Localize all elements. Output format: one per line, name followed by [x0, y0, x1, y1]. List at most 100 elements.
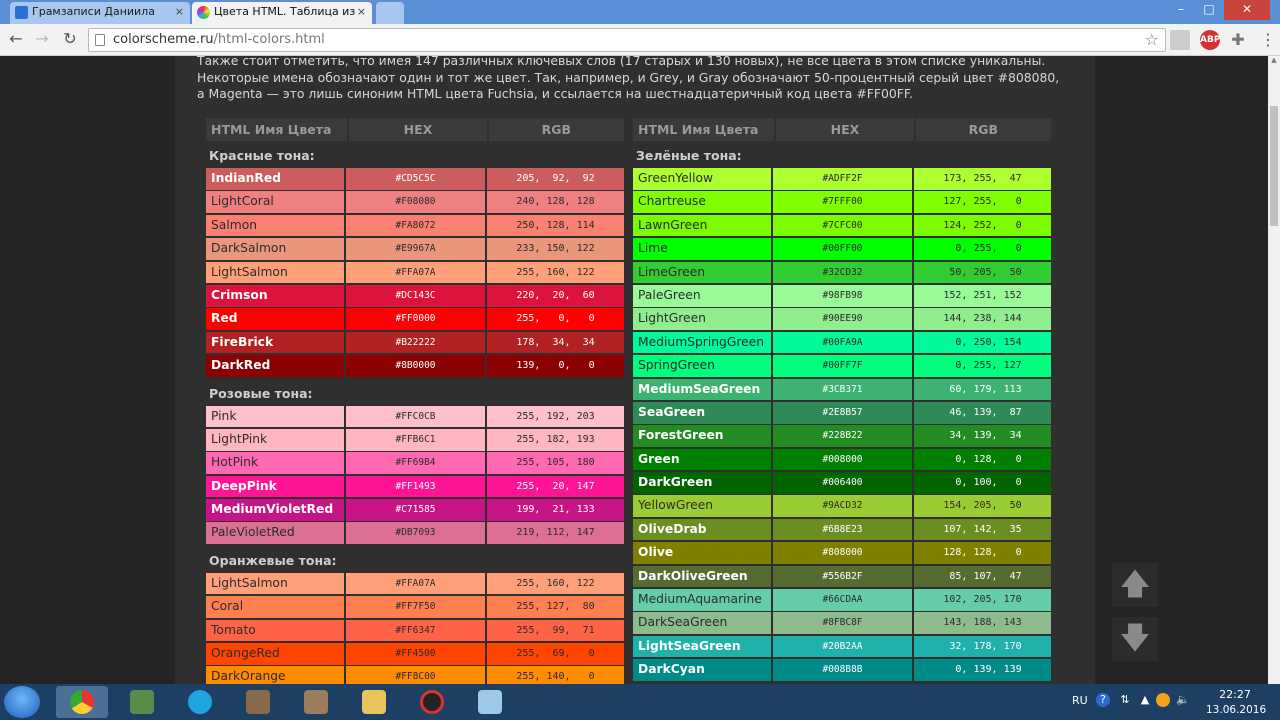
tab-title: Грамзаписи Даниила — [32, 5, 155, 18]
group-title: Красные тона: — [209, 148, 315, 163]
help-icon[interactable]: ? — [1096, 693, 1110, 707]
color-rgb-cell: 46, 139, 87 — [914, 401, 1051, 424]
puzzle-extension-icon[interactable]: ✚ — [1228, 30, 1248, 50]
taskbar-editor-icon[interactable] — [464, 686, 516, 718]
page-viewport: Также стоит отметить, что имея 147 разли… — [0, 56, 1268, 684]
new-tab-button[interactable] — [376, 2, 404, 24]
color-rgb-cell: 32, 178, 170 — [914, 635, 1051, 658]
color-rgb-cell: 102, 205, 170 — [914, 589, 1051, 611]
color-name-cell: LightCoral — [206, 191, 344, 213]
tab-gramzapisi[interactable]: Грамзаписи Даниила × — [10, 2, 190, 24]
chrome-icon — [70, 690, 94, 714]
color-row: FireBrick #B22222 178, 34, 34 — [206, 331, 626, 354]
tray-expand-icon[interactable]: ▲ — [1138, 693, 1152, 709]
address-bar[interactable]: colorscheme.ru/html-colors.html ☆ — [88, 28, 1166, 52]
url-text[interactable]: colorscheme.ru/html-colors.html — [113, 32, 325, 47]
minimize-button[interactable]: – — [1168, 0, 1194, 20]
taskbar-folder-icon[interactable] — [348, 686, 400, 718]
scroll-down-button[interactable]: 🡇 — [1112, 617, 1158, 661]
color-hex-cell: #3CB371 — [773, 378, 912, 401]
color-hex-cell: #FF4500 — [346, 643, 485, 665]
forward-button[interactable]: → — [32, 29, 52, 49]
color-rgb-cell: 255, 99, 71 — [487, 619, 624, 642]
color-rgb-cell: 60, 179, 113 — [914, 378, 1051, 401]
color-row: LightSeaGreen #20B2AA 32, 178, 170 — [633, 635, 1053, 658]
adblock-plus-icon[interactable]: ABP — [1200, 30, 1220, 50]
tray-app-icon[interactable] — [1156, 693, 1170, 707]
color-rgb-cell: 139, 0, 0 — [487, 355, 624, 377]
color-row: DarkOliveGreen #556B2F 85, 107, 47 — [633, 565, 1053, 588]
taskbar-photo-icon[interactable] — [232, 686, 284, 718]
color-rgb-cell: 152, 251, 152 — [914, 284, 1051, 307]
close-window-button[interactable]: ✕ — [1224, 0, 1270, 20]
group-title: Розовые тона: — [209, 385, 313, 401]
color-hex-cell: #90EE90 — [773, 308, 912, 330]
color-row: Green #008000 0, 128, 0 — [633, 448, 1053, 471]
color-name-cell: FireBrick — [206, 331, 344, 354]
language-indicator[interactable]: RU — [1072, 694, 1088, 707]
color-hex-cell: #F08080 — [346, 191, 485, 213]
bookmark-star-icon[interactable]: ☆ — [1145, 30, 1159, 49]
color-rgb-cell: 128, 128, 0 — [914, 542, 1051, 564]
color-name-cell: Salmon — [206, 214, 344, 237]
tab-favicon — [197, 6, 210, 19]
scrollbar-thumb[interactable] — [1270, 106, 1278, 226]
tab-close-button[interactable]: × — [175, 2, 184, 22]
taskbar-monitor-icon[interactable] — [116, 686, 168, 718]
color-row: LawnGreen #7CFC00 124, 252, 0 — [633, 214, 1053, 237]
color-hex-cell: #DB7093 — [346, 522, 485, 545]
extension-icon[interactable] — [1170, 30, 1190, 50]
color-row: MediumSpringGreen #00FA9A 0, 250, 154 — [633, 331, 1053, 354]
taskbar-skype-icon[interactable] — [174, 686, 226, 718]
color-rgb-cell: 107, 142, 35 — [914, 518, 1051, 541]
clock-date[interactable]: 13.06.2016 — [1206, 704, 1266, 716]
color-rgb-cell: 124, 252, 0 — [914, 214, 1051, 237]
header-rgb: RGB — [488, 118, 624, 141]
color-rgb-cell: 0, 128, 0 — [914, 448, 1051, 471]
volume-icon[interactable]: 🔈 — [1176, 693, 1190, 709]
color-hex-cell: #7CFC00 — [773, 214, 912, 237]
color-name-cell: MediumAquamarine — [633, 589, 771, 611]
network-icon[interactable]: ⇅ — [1118, 693, 1132, 709]
color-rgb-cell: 85, 107, 47 — [914, 565, 1051, 588]
color-rgb-cell: 143, 188, 143 — [914, 612, 1051, 635]
taskbar-chrome-icon[interactable] — [56, 686, 108, 718]
color-hex-cell: #9ACD32 — [773, 495, 912, 518]
color-rgb-cell: 255, 160, 122 — [487, 572, 624, 595]
color-hex-cell: #B22222 — [346, 331, 485, 354]
maximize-button[interactable]: □ — [1196, 0, 1222, 20]
color-hex-cell: #7FFF00 — [773, 191, 912, 213]
color-hex-cell: #00FA9A — [773, 331, 912, 354]
start-button[interactable] — [4, 686, 40, 718]
color-rgb-cell: 127, 255, 0 — [914, 191, 1051, 213]
color-name-cell: SpringGreen — [633, 355, 771, 377]
color-rgb-cell: 178, 34, 34 — [487, 331, 624, 354]
color-table-left: HTML Имя Цвета HEX RGB Красные тона: Indi… — [206, 118, 626, 684]
color-name-cell: LightGreen — [633, 308, 771, 330]
chrome-menu-icon[interactable]: ⋮ — [1258, 30, 1278, 50]
taskbar-record-icon[interactable] — [406, 686, 458, 718]
color-name-cell: DarkSalmon — [206, 238, 344, 260]
color-hex-cell: #8B0000 — [346, 355, 485, 377]
color-row: ForestGreen #228B22 34, 139, 34 — [633, 425, 1053, 447]
header-name: HTML Имя Цвета — [206, 118, 348, 141]
color-hex-cell: #006400 — [773, 472, 912, 494]
color-hex-cell: #6B8E23 — [773, 518, 912, 541]
color-name-cell: LightSalmon — [206, 572, 344, 595]
color-name-cell: DarkCyan — [633, 659, 771, 681]
tab-html-colors[interactable]: Цвета HTML. Таблица из × — [192, 2, 372, 24]
tab-close-button[interactable]: × — [357, 2, 366, 22]
color-name-cell: Olive — [633, 542, 771, 564]
clock-time[interactable]: 22:27 — [1210, 688, 1260, 701]
color-name-cell: PaleGreen — [633, 284, 771, 307]
back-button[interactable]: ← — [6, 29, 26, 49]
scrollbar-up-arrow[interactable]: ▲ — [1270, 56, 1278, 66]
page-scrollbar[interactable]: ▲ — [1268, 56, 1280, 684]
windows-taskbar: RU ? ⇅ ▲ 🔈 22:27 13.06.2016 — [0, 684, 1280, 720]
color-name-cell: LightPink — [206, 428, 344, 451]
color-name-cell: HotPink — [206, 452, 344, 474]
reload-button[interactable]: ↻ — [60, 29, 80, 49]
taskbar-photo-icon[interactable] — [290, 686, 342, 718]
color-row: IndianRed #CD5C5C 205, 92, 92 — [206, 168, 626, 190]
scroll-up-button[interactable]: 🡅 — [1112, 563, 1158, 607]
